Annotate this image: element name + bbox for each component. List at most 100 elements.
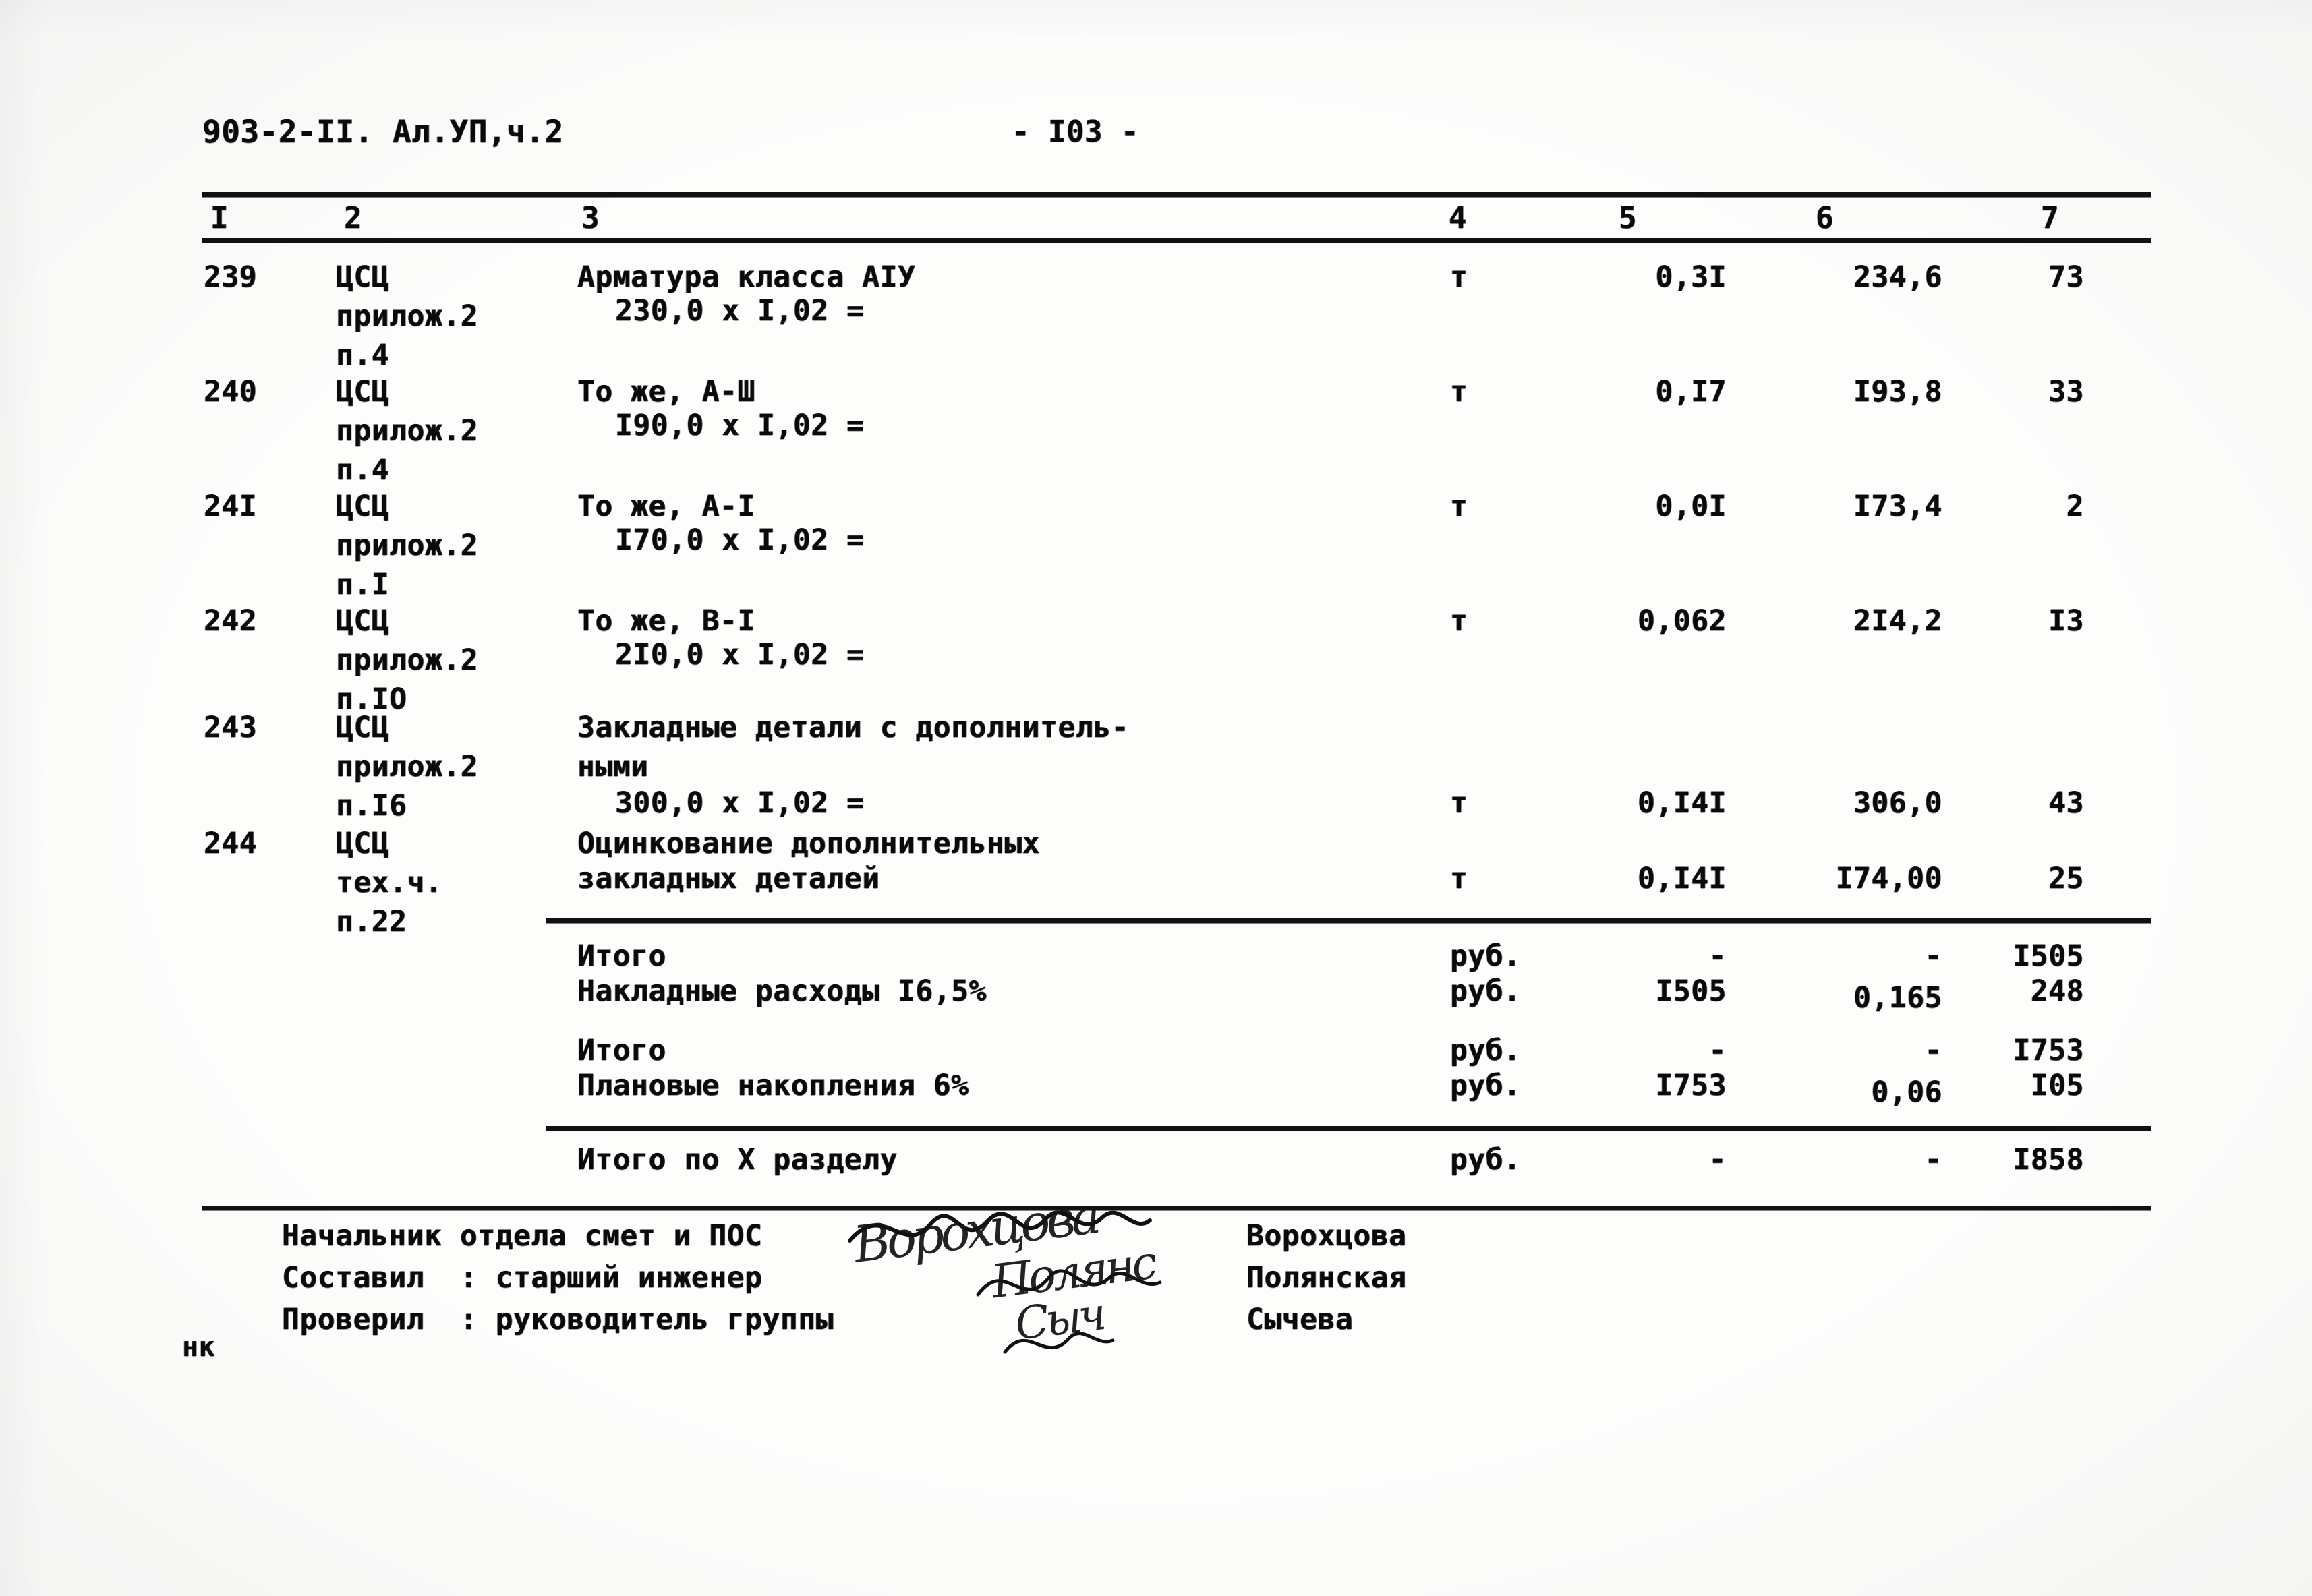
row-col7: 2	[2066, 490, 2084, 523]
row-unit: т	[1450, 375, 1468, 409]
row-unit: т	[1450, 786, 1468, 820]
row-col7: 25	[2048, 862, 2084, 895]
summary-unit: руб.	[1450, 974, 1522, 1008]
document-code: 903-2-II. Ал.УП,ч.2	[202, 113, 564, 150]
row-number: 239	[204, 260, 258, 294]
summary-col7: I05	[2030, 1069, 2084, 1102]
grand-total-col5: -	[1708, 1143, 1727, 1177]
summary-col5: I505	[1655, 974, 1727, 1008]
row-calculation: 230,0 х I,02 =	[615, 294, 865, 328]
document-page: 903-2-II. Ал.УП,ч.2 - I03 - I 2 3 4 5 6 …	[0, 0, 2312, 1596]
column-header-2: 2	[344, 201, 362, 235]
summary-unit: руб.	[1450, 939, 1522, 973]
row-col5: 0,I4I	[1638, 786, 1727, 820]
row-col7: 73	[2048, 260, 2084, 294]
column-header-3: 3	[581, 201, 600, 235]
table-bottom-rule	[202, 1206, 2151, 1210]
signature-role-label: Проверил : руководитель группы	[282, 1303, 834, 1336]
row-code-line: ЦСЦ	[336, 260, 390, 294]
row-col5: 0,0I	[1655, 490, 1727, 523]
table-row: 242 ЦСЦ прилож.2 п.IO То же, В-I 2I0,0 х…	[0, 601, 2312, 716]
column-header-7: 7	[2041, 201, 2059, 235]
row-code-line: ЦСЦ	[336, 827, 390, 860]
row-code-line: п.4	[336, 338, 390, 372]
row-code-line: ЦСЦ	[336, 604, 390, 638]
summary-col7: I753	[2013, 1034, 2084, 1067]
summary-label: Итого	[577, 1034, 666, 1067]
handwritten-signature-sycheva: Сыч	[1012, 1288, 1106, 1351]
row-col6: I73,4	[1853, 490, 1942, 523]
row-number: 240	[204, 375, 258, 409]
row-code-line: п.22	[336, 905, 407, 939]
table-row: 239 ЦСЦ прилож.2 п.4 Арматура класса АIУ…	[0, 258, 2312, 372]
row-unit: т	[1450, 260, 1468, 294]
summary-unit: руб.	[1450, 1069, 1522, 1102]
row-col7: 43	[2048, 786, 2084, 820]
row-col6: 306,0	[1853, 786, 1942, 820]
column-header-6: 6	[1816, 201, 1834, 235]
row-col5: 0,I4I	[1638, 862, 1727, 895]
table-top-rule	[202, 192, 2151, 197]
row-number: 243	[204, 711, 258, 744]
grand-total-col6: -	[1924, 1143, 1942, 1177]
row-number: 244	[204, 827, 258, 860]
row-col6: I74,00	[1835, 862, 1942, 895]
row-code-line: ЦСЦ	[336, 490, 390, 523]
row-code-line: прилож.2	[336, 529, 479, 562]
row-code-line: п.I6	[336, 789, 407, 823]
row-calculation: I90,0 х I,02 =	[615, 409, 865, 442]
row-code-line: прилож.2	[336, 299, 479, 333]
grand-total-col7: I858	[2013, 1143, 2084, 1177]
row-col6: 2I4,2	[1853, 604, 1942, 638]
signature-name: Полянская	[1246, 1261, 1407, 1295]
summary-unit: руб.	[1450, 1034, 1522, 1067]
table-row: 244 ЦСЦ тех.ч. п.22 Оцинкование дополнит…	[0, 824, 2312, 945]
row-col7: 33	[2048, 375, 2084, 409]
row-description-cont: ными	[577, 750, 649, 784]
summary-col5: -	[1708, 1034, 1727, 1067]
table-header-rule	[202, 238, 2151, 243]
row-code-line: п.I	[336, 568, 390, 601]
summary-col7: 248	[2030, 974, 2084, 1008]
signature-name: Ворохцова	[1246, 1219, 1407, 1253]
grand-total-unit: руб.	[1450, 1143, 1522, 1177]
table-row: 240 ЦСЦ прилож.2 п.4 То же, А-Ш I90,0 х …	[0, 372, 2312, 487]
row-description: Закладные детали с дополнитель-	[577, 711, 1130, 744]
summary-label: Итого	[577, 939, 666, 973]
row-code-line: прилож.2	[336, 750, 479, 784]
row-code-line: ЦСЦ	[336, 711, 390, 744]
row-code-line: тех.ч.	[336, 866, 443, 899]
row-unit: т	[1450, 604, 1468, 638]
summary-col6: -	[1924, 939, 1942, 973]
row-unit: т	[1450, 862, 1468, 895]
row-code-line: прилож.2	[336, 643, 479, 677]
row-unit: т	[1450, 490, 1468, 523]
signature-role-label: Составил : старший инженер	[282, 1261, 763, 1295]
row-col6: I93,8	[1853, 375, 1942, 409]
row-calculation: I70,0 х I,02 =	[615, 523, 865, 557]
row-col7: I3	[2048, 604, 2084, 638]
grand-total-label: Итого по Х разделу	[577, 1143, 898, 1177]
summary-rule-2	[546, 1126, 2151, 1131]
column-header-5: 5	[1619, 201, 1637, 235]
row-calculation: 300,0 х I,02 =	[615, 786, 865, 820]
summary-label: Плановые накопления 6%	[577, 1069, 969, 1102]
row-calculation: 2I0,0 х I,02 =	[615, 638, 865, 672]
row-code-line: ЦСЦ	[336, 375, 390, 409]
summary-col6: 0,06	[1871, 1075, 1942, 1109]
row-code-line: прилож.2	[336, 414, 479, 448]
summary-rule-1	[546, 918, 2151, 923]
row-col5: 0,062	[1638, 604, 1727, 638]
row-number: 24I	[204, 490, 258, 523]
summary-col5: -	[1708, 939, 1727, 973]
table-row: 243 ЦСЦ прилож.2 п.I6 Закладные детали с…	[0, 708, 2312, 829]
row-number: 242	[204, 604, 258, 638]
signature-name: Сычева	[1246, 1303, 1354, 1336]
table-row: 24I ЦСЦ прилож.2 п.I То же, А-I I70,0 х …	[0, 487, 2312, 601]
column-header-1: I	[210, 201, 229, 235]
summary-label: Накладные расходы I6,5%	[577, 974, 987, 1008]
row-description-cont: закладных деталей	[577, 862, 880, 895]
summary-col5: I753	[1655, 1069, 1727, 1102]
row-code-line: п.4	[336, 453, 390, 487]
signature-role-label: Начальник отдела смет и ПОС	[282, 1219, 763, 1253]
